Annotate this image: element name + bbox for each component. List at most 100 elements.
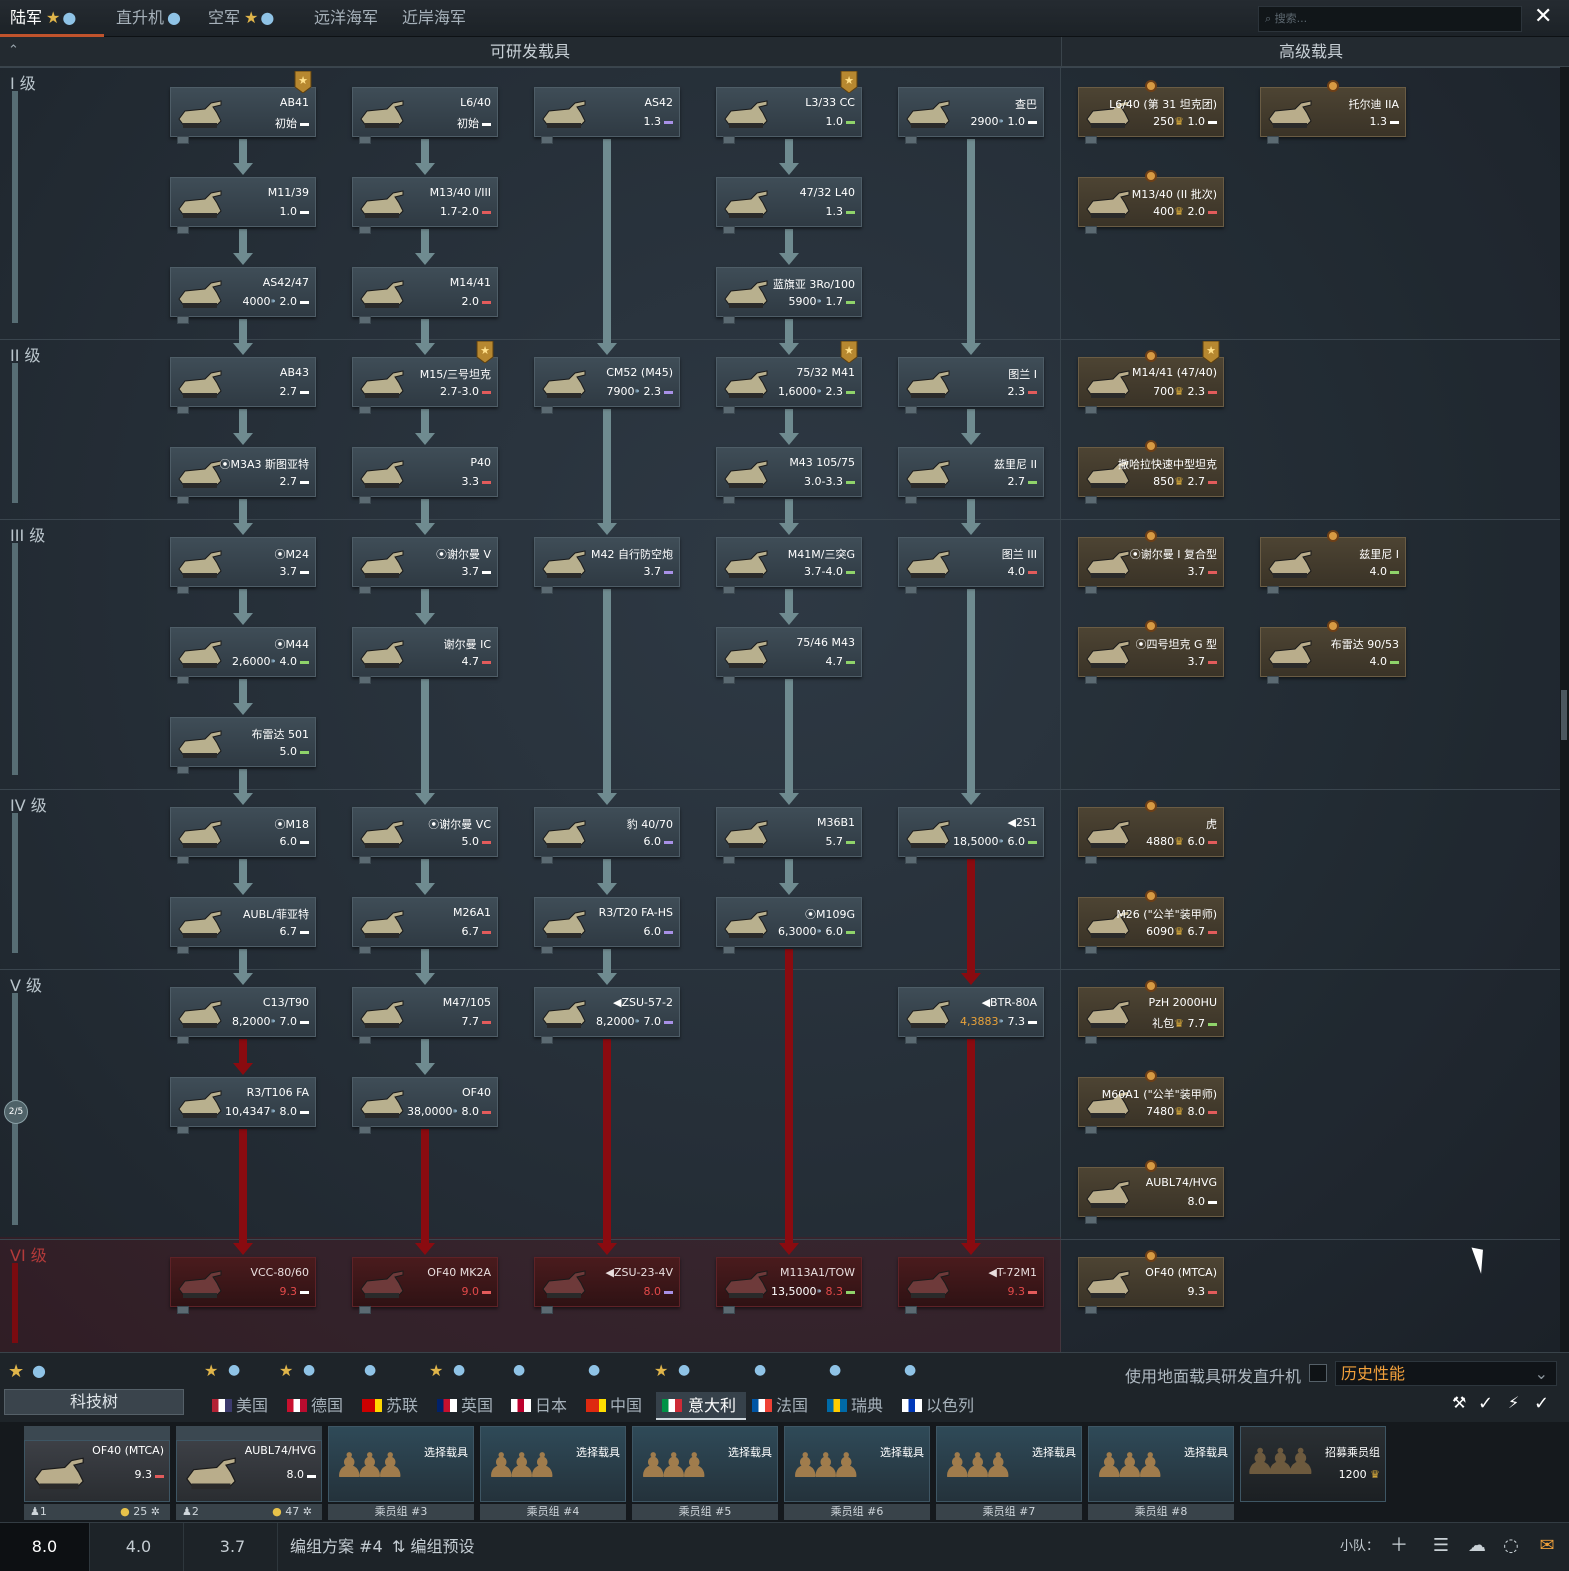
vehicle-card[interactable]: 47/32 L40 1.3 xyxy=(716,177,862,234)
vehicle-card[interactable]: AS42/47 4000⁍ 2.0 xyxy=(170,267,316,324)
nation-tab[interactable]: 以色列 xyxy=(902,1392,974,1420)
vehicle-card[interactable]: CM52 (M45) 7900⁍ 2.3 xyxy=(534,357,680,414)
vehicle-card[interactable]: M36B1 5.7 xyxy=(716,807,862,864)
vehicle-card[interactable]: OF40 (MTCA) 9.3 xyxy=(1078,1257,1224,1314)
scrollbar-thumb[interactable] xyxy=(1561,690,1567,740)
vehicle-card[interactable]: OF40 MK2A 9.0 xyxy=(352,1257,498,1314)
vehicle-card[interactable]: ◀BTR-80A 4,3883⁍ 7.3 xyxy=(898,987,1044,1044)
vehicle-card[interactable]: M41M/三突G 3.7-4.0 xyxy=(716,537,862,594)
tab-helicopters[interactable]: 直升机 ● xyxy=(106,0,181,37)
vehicle-card[interactable]: M26A1 6.7 xyxy=(352,897,498,954)
crew-slot[interactable]: OF40 (MTCA) 9.3 ♟1 ● 25 ✲ xyxy=(24,1426,170,1520)
nation-tab[interactable]: 德国 xyxy=(287,1392,343,1420)
checkmark-icon[interactable]: ✓ xyxy=(1534,1393,1549,1414)
vehicle-card[interactable]: AB41 初始 xyxy=(170,87,316,144)
preset-name[interactable]: 编组方案 #4 xyxy=(290,1523,383,1571)
vehicle-card[interactable]: 虎 4880♛ 6.0 xyxy=(1078,807,1224,864)
vehicle-card[interactable]: 查巴 2900⁍ 1.0 xyxy=(898,87,1044,144)
vehicle-card[interactable]: 兹里尼 II 2.7 xyxy=(898,447,1044,504)
vehicle-card[interactable]: ⦿M109G 6,3000⁍ 6.0 xyxy=(716,897,862,954)
vehicle-card[interactable]: M113A1/TOW 13,5000⁍ 8.3 xyxy=(716,1257,862,1314)
vehicle-card[interactable]: L3/33 CC 1.0 xyxy=(716,87,862,144)
vehicle-card[interactable]: 撒哈拉快速中型坦克 850♛ 2.7 xyxy=(1078,447,1224,504)
vehicle-card[interactable]: ◀2S1 18,5000⁍ 6.0 xyxy=(898,807,1044,864)
vehicle-card[interactable]: L6/40 (第 31 坦克团) 250♛ 1.0 xyxy=(1078,87,1224,144)
nation-tab[interactable]: 瑞典 xyxy=(827,1392,883,1420)
vehicle-card[interactable]: M13/40 (II 批次) 400♛ 2.0 xyxy=(1078,177,1224,234)
crew-slot[interactable]: ♟♟♟ 选择载具 乘员组 #8 xyxy=(1088,1426,1234,1520)
vehicle-card[interactable]: ⦿M18 6.0 xyxy=(170,807,316,864)
techtree-button[interactable]: 科技树 xyxy=(4,1389,184,1415)
vehicle-card[interactable]: M47/105 7.7 xyxy=(352,987,498,1044)
vehicle-card[interactable]: AUBL/菲亚特 6.7 xyxy=(170,897,316,954)
nation-tab[interactable]: 美国 xyxy=(212,1392,268,1420)
chat-icon[interactable]: ◌ xyxy=(1500,1535,1522,1557)
br-tab-2[interactable]: 4.0 xyxy=(94,1523,184,1571)
crew-slot[interactable]: ♟♟♟ 招募乘员组 1200 ♛ xyxy=(1240,1426,1386,1520)
tab-bluewater-fleet[interactable]: 远洋海军 xyxy=(304,0,378,37)
mail-icon[interactable]: ✉ xyxy=(1536,1535,1558,1557)
vehicle-card[interactable]: M42 自行防空炮 3.7 xyxy=(534,537,680,594)
vehicle-card[interactable]: ⦿M44 2,6000⁍ 4.0 xyxy=(170,627,316,684)
vehicle-card[interactable]: 豹 40/70 6.0 xyxy=(534,807,680,864)
vehicle-card[interactable]: 兹里尼 I 4.0 xyxy=(1260,537,1406,594)
vehicle-card[interactable]: 布雷达 501 5.0 xyxy=(170,717,316,774)
vehicle-card[interactable]: L6/40 初始 xyxy=(352,87,498,144)
vehicle-card[interactable]: ◀T-72M1 9.3 xyxy=(898,1257,1044,1314)
br-tab-1[interactable]: 8.0 xyxy=(0,1523,90,1571)
vehicle-card[interactable]: M15/三号坦克 2.7-3.0 xyxy=(352,357,498,414)
crew-slot[interactable]: ♟♟♟ 选择载具 乘员组 #4 xyxy=(480,1426,626,1520)
tab-aviation[interactable]: 空军 ★ ● xyxy=(198,0,274,37)
vehicle-card[interactable]: M26 ("公羊"装甲师) 6090♛ 6.7 xyxy=(1078,897,1224,954)
vehicle-card[interactable]: ⦿谢尔曼 VC 5.0 xyxy=(352,807,498,864)
vehicle-card[interactable]: ◀ZSU-23-4V 8.0 xyxy=(534,1257,680,1314)
tab-coastal-fleet[interactable]: 近岸海军 xyxy=(392,0,466,37)
vehicle-card[interactable]: ⦿M24 3.7 xyxy=(170,537,316,594)
vehicle-card[interactable]: 75/46 M43 4.7 xyxy=(716,627,862,684)
vehicle-card[interactable]: PzH 2000HU 礼包♛ 7.7 xyxy=(1078,987,1224,1044)
vehicle-card[interactable]: ◀ZSU-57-2 8,2000⁍ 7.0 xyxy=(534,987,680,1044)
crew-slot[interactable]: ♟♟♟ 选择载具 乘员组 #3 xyxy=(328,1426,474,1520)
vehicle-card[interactable]: M43 105/75 3.0-3.3 xyxy=(716,447,862,504)
wrench-icon[interactable]: ⚒ xyxy=(1452,1393,1466,1412)
vehicle-card[interactable]: M14/41 2.0 xyxy=(352,267,498,324)
vehicle-card[interactable]: M11/39 1.0 xyxy=(170,177,316,234)
list-icon[interactable]: ☰ xyxy=(1430,1535,1452,1557)
add-icon[interactable]: ＋ xyxy=(1388,1535,1410,1557)
vehicle-card[interactable]: AS42 1.3 xyxy=(534,87,680,144)
heli-research-checkbox[interactable] xyxy=(1309,1364,1327,1382)
vehicle-card[interactable]: ⦿谢尔曼 V 3.7 xyxy=(352,537,498,594)
nation-tab[interactable]: 法国 xyxy=(752,1392,808,1420)
preset-button[interactable]: ⇅ 编组预设 xyxy=(392,1523,475,1571)
vehicle-card[interactable]: ⦿M3A3 斯图亚特 2.7 xyxy=(170,447,316,504)
nation-tab[interactable]: 日本 xyxy=(511,1392,567,1420)
crew-slot[interactable]: AUBL74/HVG 8.0 ♟2 ● 47 ✲ xyxy=(176,1426,322,1520)
vehicle-card[interactable]: P40 3.3 xyxy=(352,447,498,504)
nation-tab[interactable]: 苏联 xyxy=(362,1392,418,1420)
vehicle-card[interactable]: M13/40 I/III 1.7-2.0 xyxy=(352,177,498,234)
crew-slot[interactable]: ♟♟♟ 选择载具 乘员组 #5 xyxy=(632,1426,778,1520)
vehicle-card[interactable]: 蓝旗亚 3Ro/100 5900⁍ 1.7 xyxy=(716,267,862,324)
vehicle-card[interactable]: R3/T20 FA-HS 6.0 xyxy=(534,897,680,954)
vehicle-card[interactable]: M60A1 ("公羊"装甲师) 7480♛ 8.0 xyxy=(1078,1077,1224,1134)
crew-slot[interactable]: ♟♟♟ 选择载具 乘员组 #7 xyxy=(936,1426,1082,1520)
checkmark-icon[interactable]: ✓ xyxy=(1478,1393,1493,1414)
vehicle-card[interactable]: M14/41 (47/40) 700♛ 2.3 xyxy=(1078,357,1224,414)
tab-ground[interactable]: 陆军 ★ ● xyxy=(0,0,104,37)
vehicle-card[interactable]: 布雷达 90/53 4.0 xyxy=(1260,627,1406,684)
crew-slot[interactable]: ♟♟♟ 选择载具 乘员组 #6 xyxy=(784,1426,930,1520)
vehicle-card[interactable]: OF40 38,0000⁍ 8.0 xyxy=(352,1077,498,1134)
nation-tab[interactable]: 英国 xyxy=(437,1392,493,1420)
vehicle-card[interactable]: AUBL74/HVG 8.0 xyxy=(1078,1167,1224,1224)
vehicle-card[interactable]: C13/T90 8,2000⁍ 7.0 xyxy=(170,987,316,1044)
br-tab-3[interactable]: 3.7 xyxy=(188,1523,278,1571)
mode-select[interactable]: 历史性能 ⌄ xyxy=(1335,1361,1557,1386)
vehicle-card[interactable]: ⦿谢尔曼 I 复合型 3.7 xyxy=(1078,537,1224,594)
vehicle-card[interactable]: 75/32 M41 1,6000⁍ 2.3 xyxy=(716,357,862,414)
vehicle-card[interactable]: 谢尔曼 IC 4.7 xyxy=(352,627,498,684)
vehicle-card[interactable]: 图兰 I 2.3 xyxy=(898,357,1044,414)
vehicle-card[interactable]: ⦿四号坦克 G 型 3.7 xyxy=(1078,627,1224,684)
nation-tab[interactable]: 中国 xyxy=(586,1392,642,1420)
vehicle-card[interactable]: 图兰 III 4.0 xyxy=(898,537,1044,594)
cloud-icon[interactable]: ☁ xyxy=(1466,1535,1488,1557)
